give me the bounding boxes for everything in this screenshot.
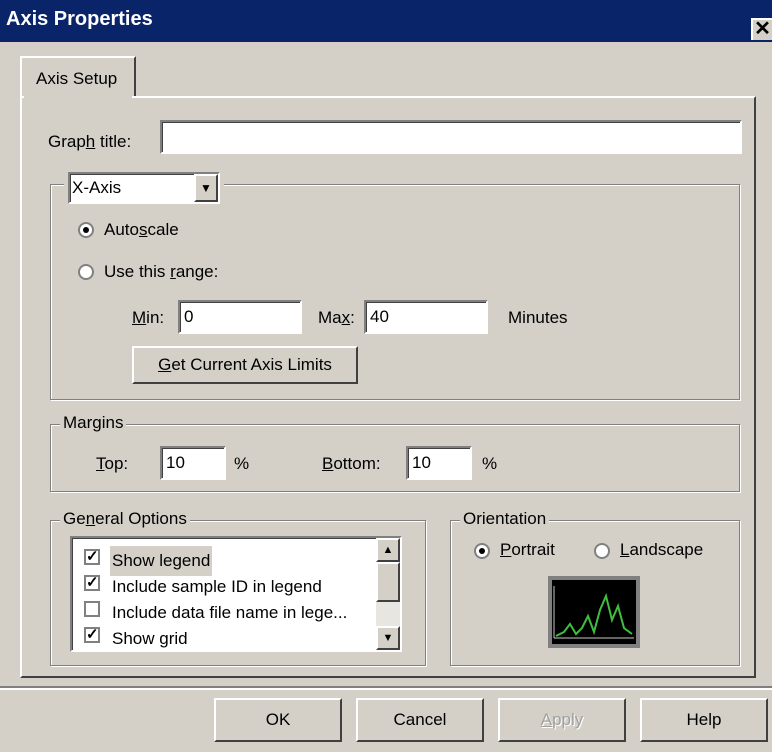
bottom-margin-label: Bottom: [322,454,381,473]
orientation-preview-icon [548,576,640,648]
list-item[interactable]: Include data file name in lege... [80,596,370,622]
use-range-radio[interactable] [78,264,94,280]
title-bar[interactable]: Axis Properties ✕ [0,0,772,42]
general-options-list[interactable]: ✓ Show legend ✓ Include sample ID in leg… [70,536,402,652]
apply-button[interactable]: Apply [498,698,626,742]
autoscale-radio[interactable] [78,222,94,238]
margins-group [50,424,740,492]
landscape-label[interactable]: Landscape [620,540,703,560]
graph-title-label: Graph title: [48,132,132,151]
landscape-radio[interactable] [594,543,610,559]
min-label: Min: [132,308,165,327]
orientation-legend: Orientation [460,509,550,529]
axis-select-value: X-Axis [72,178,122,197]
scroll-up-icon[interactable]: ▲ [376,538,400,562]
margins-legend: Margins [60,413,127,433]
cancel-button[interactable]: Cancel [356,698,484,742]
scroll-down-icon[interactable]: ▼ [376,626,400,650]
min-input[interactable]: 0 [178,300,302,334]
portrait-label[interactable]: Portrait [500,540,555,560]
ok-button[interactable]: OK [214,698,342,742]
chevron-down-icon[interactable]: ▼ [194,174,218,202]
top-margin-label: Top: [96,454,129,473]
use-range-label[interactable]: Use this range: [104,262,218,282]
portrait-radio[interactable] [474,543,490,559]
units-label: Minutes [508,308,568,327]
top-margin-input[interactable]: 10 [160,446,226,480]
bottom-margin-unit: % [482,454,498,473]
top-margin-unit: % [234,454,250,473]
checkbox-unchecked[interactable] [84,601,100,617]
scrollbar[interactable]: ▲ ▼ [376,538,400,650]
max-input[interactable]: 40 [364,300,488,334]
tab-axis-setup-label: Axis Setup [36,69,118,88]
general-options-legend: General Options [60,509,190,529]
autoscale-label[interactable]: Autoscale [104,220,179,240]
list-item[interactable]: ✓ Include sample ID in legend [80,570,370,596]
help-button[interactable]: Help [640,698,768,742]
axis-select[interactable]: X-Axis ▼ [68,172,220,204]
list-item-label: Show grid [112,629,188,648]
close-icon[interactable]: ✕ [751,18,772,40]
scrollbar-thumb[interactable] [376,562,400,602]
check-icon[interactable]: ✓ [84,627,100,643]
list-item[interactable]: ✓ Show legend [80,544,370,576]
tab-axis-setup[interactable]: Axis Setup [20,56,136,98]
list-item[interactable]: ✓ Show grid [80,622,370,648]
check-icon[interactable]: ✓ [84,575,100,591]
check-icon[interactable]: ✓ [84,549,100,565]
max-label: Max: [318,308,355,327]
bottom-margin-input[interactable]: 10 [406,446,472,480]
dialog-title: Axis Properties [6,8,153,30]
graph-title-input[interactable] [160,120,742,154]
get-axis-limits-button[interactable]: Get Current Axis Limits [132,346,358,384]
axis-properties-dialog: Axis Properties ✕ Axis Setup Graph title… [0,0,772,752]
